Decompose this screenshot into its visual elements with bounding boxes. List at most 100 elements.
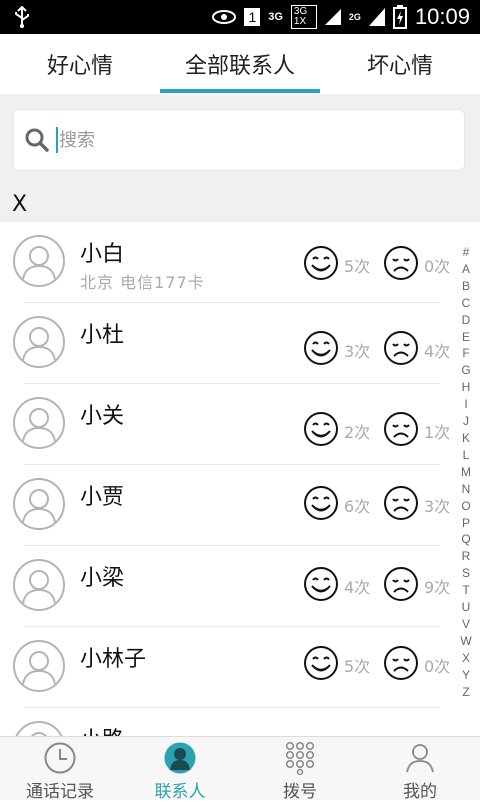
- contact-name: 小路: [80, 722, 124, 736]
- index-letter[interactable]: N: [462, 481, 471, 498]
- index-letter[interactable]: A: [462, 261, 470, 278]
- index-letter[interactable]: L: [463, 447, 470, 464]
- nav-label: 我的: [403, 782, 437, 802]
- contact-name: 小梁: [80, 566, 125, 591]
- clock-icon: [44, 742, 76, 774]
- happy-face-icon[interactable]: [303, 566, 339, 602]
- index-letter[interactable]: B: [462, 278, 470, 295]
- search-icon: [25, 128, 49, 152]
- index-letter[interactable]: E: [462, 329, 470, 346]
- sad-count: 9次: [424, 578, 451, 597]
- search-box[interactable]: [13, 109, 465, 171]
- search-area: [0, 94, 480, 186]
- contact-row[interactable]: 小白 北京 电信177卡 5次 0次: [0, 222, 480, 303]
- sad-count: 3次: [424, 497, 451, 516]
- nav-mine[interactable]: 我的: [360, 737, 480, 802]
- contact-subtitle: 北京 电信177卡: [80, 273, 205, 292]
- index-letter[interactable]: Q: [461, 531, 470, 548]
- sim-slot-badge: 1: [244, 8, 261, 26]
- happy-face-icon[interactable]: [303, 645, 339, 681]
- nav-dialer[interactable]: 拨号: [240, 737, 360, 802]
- contact-list[interactable]: 小白 北京 电信177卡 5次 0次 小杜 3次 4次 小关 2次 1次 小贾 …: [0, 222, 480, 736]
- mood-tabs: 好心情 全部联系人 坏心情: [0, 34, 480, 94]
- index-letter[interactable]: F: [462, 345, 469, 362]
- usb-icon: [15, 6, 29, 28]
- signal-icon: [324, 9, 341, 25]
- tab-all-contacts[interactable]: 全部联系人: [160, 34, 320, 94]
- signal-2g-icon: [368, 8, 385, 26]
- avatar: [13, 397, 65, 449]
- contact-row[interactable]: 小林子 5次 0次: [0, 627, 480, 708]
- index-letter[interactable]: X: [462, 650, 470, 667]
- person-outline-icon: [22, 651, 56, 685]
- contact-name: 小林子: [80, 647, 147, 672]
- happy-count: 6次: [344, 497, 371, 516]
- index-letter[interactable]: J: [463, 413, 469, 430]
- happy-count: 4次: [344, 578, 371, 597]
- contact-row[interactable]: 小路: [0, 708, 480, 736]
- index-letter[interactable]: H: [462, 379, 471, 396]
- index-letter[interactable]: K: [462, 430, 470, 447]
- nav-call-log[interactable]: 通话记录: [0, 737, 120, 802]
- sad-face-icon[interactable]: [383, 330, 419, 366]
- status-bar: 1 3G 3G 1X 2G 10:09: [0, 0, 480, 34]
- search-input[interactable]: [59, 129, 439, 151]
- sad-count: 1次: [424, 423, 451, 442]
- user-outline-icon: [406, 744, 434, 773]
- contact-row[interactable]: 小贾 6次 3次: [0, 465, 480, 546]
- index-letter[interactable]: P: [462, 515, 470, 532]
- index-letter[interactable]: R: [462, 548, 471, 565]
- happy-face-icon[interactable]: [303, 411, 339, 447]
- contact-name: 小贾: [80, 485, 125, 510]
- alphabet-index[interactable]: # A B C D E F G H I J K L M N O P Q R S T U V W X Y Z: [458, 244, 474, 700]
- tab-bad-mood[interactable]: 坏心情: [320, 34, 480, 94]
- sad-face-icon[interactable]: [383, 485, 419, 521]
- tab-good-mood[interactable]: 好心情: [0, 34, 160, 94]
- nav-label: 联系人: [154, 782, 206, 802]
- index-letter[interactable]: C: [462, 295, 471, 312]
- sad-face-icon[interactable]: [383, 411, 419, 447]
- tab-label: 坏心情: [366, 54, 433, 79]
- sad-count: 4次: [424, 342, 451, 361]
- dialpad-icon: [285, 741, 315, 775]
- index-letter[interactable]: D: [462, 312, 471, 329]
- section-header: X: [0, 186, 480, 222]
- contact-row[interactable]: 小梁 4次 9次: [0, 546, 480, 627]
- tab-label: 好心情: [46, 54, 113, 79]
- person-icon: [164, 742, 196, 774]
- nav-contacts[interactable]: 联系人: [120, 737, 240, 802]
- index-letter[interactable]: G: [461, 362, 470, 379]
- nav-label: 通话记录: [26, 782, 94, 802]
- index-letter[interactable]: U: [462, 599, 471, 616]
- happy-count: 3次: [344, 342, 371, 361]
- happy-face-icon[interactable]: [303, 245, 339, 281]
- index-letter[interactable]: V: [462, 616, 470, 633]
- index-letter[interactable]: #: [463, 244, 470, 261]
- index-letter[interactable]: S: [462, 565, 470, 582]
- contact-name: 小杜: [80, 323, 125, 348]
- person-outline-icon: [22, 327, 56, 361]
- sad-count: 0次: [424, 257, 451, 276]
- index-letter[interactable]: T: [462, 582, 469, 599]
- network-2g-label: 2G: [348, 12, 361, 22]
- sad-face-icon[interactable]: [383, 645, 419, 681]
- nav-label: 拨号: [283, 782, 317, 802]
- index-letter[interactable]: Y: [462, 667, 470, 684]
- person-outline-icon: [22, 408, 56, 442]
- sad-face-icon[interactable]: [383, 566, 419, 602]
- status-time: 10:09: [414, 4, 470, 29]
- contact-name: 小关: [80, 404, 125, 429]
- sad-face-icon[interactable]: [383, 245, 419, 281]
- sad-count: 0次: [424, 657, 451, 676]
- network-3g-1x-label: 3G 1X: [290, 5, 317, 29]
- index-letter[interactable]: O: [461, 498, 470, 515]
- contact-row[interactable]: 小杜 3次 4次: [0, 303, 480, 384]
- index-letter[interactable]: Z: [462, 684, 469, 701]
- index-letter[interactable]: W: [460, 633, 471, 650]
- index-letter[interactable]: M: [461, 464, 471, 481]
- index-letter[interactable]: I: [464, 396, 467, 413]
- avatar: [13, 559, 65, 611]
- contact-row[interactable]: 小关 2次 1次: [0, 384, 480, 465]
- happy-face-icon[interactable]: [303, 330, 339, 366]
- happy-face-icon[interactable]: [303, 485, 339, 521]
